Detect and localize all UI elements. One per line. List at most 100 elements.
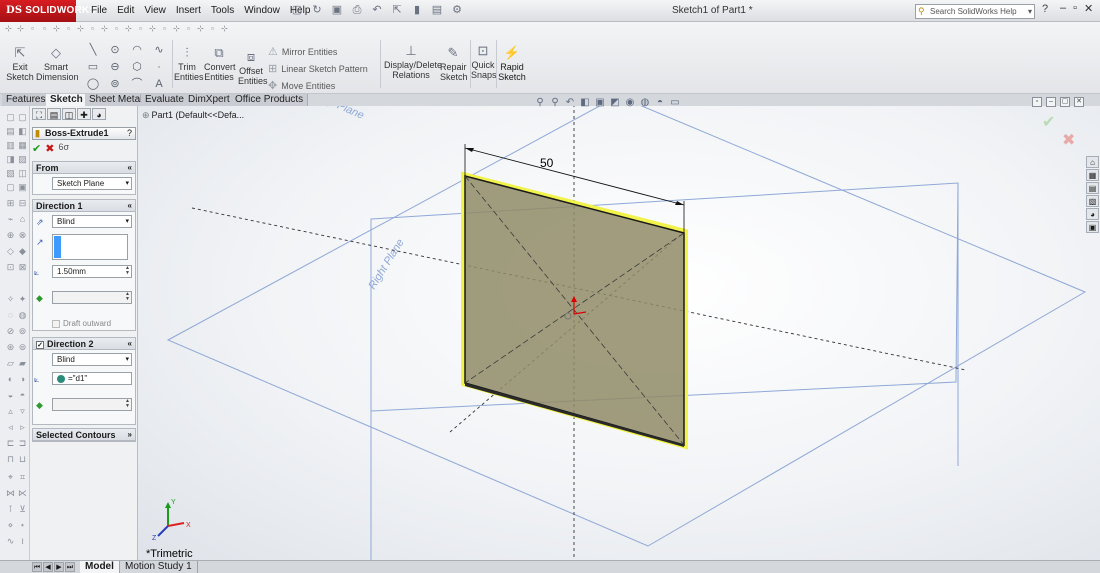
spinner-icon[interactable]: ▲ ▼ [125, 292, 130, 302]
tool-icon[interactable]: ▥ [5, 140, 16, 150]
spline-icon[interactable]: ∿ [148, 42, 170, 59]
filter-icon[interactable]: ⊹ [16, 24, 25, 33]
draft-icon[interactable]: ◆ [36, 293, 43, 304]
rapid-sketch-button[interactable]: ⚡ Rapid Sketch [498, 46, 526, 83]
mirror-entities-button[interactable]: ⚠ Mirror Entities [268, 45, 337, 58]
exit-sketch-button[interactable]: ⇱ Exit Sketch [6, 46, 34, 83]
centerline-icon[interactable]: ◯ [82, 76, 104, 93]
tab-dimxpert[interactable]: DimXpert [184, 94, 235, 106]
tool-icon[interactable]: ⊛ [5, 342, 16, 352]
property-manager-tab-icon[interactable]: ▤ [47, 108, 61, 120]
selected-contours-header[interactable]: Selected Contours » [33, 429, 135, 441]
tool-icon[interactable]: ⊓ [5, 454, 16, 464]
tool-icon[interactable]: ✧ [5, 294, 16, 304]
draft-icon[interactable]: ◆ [36, 400, 43, 411]
filter-icon[interactable]: ▫ [88, 24, 97, 33]
tool-icon[interactable]: ▱ [5, 358, 16, 368]
filter-icon[interactable]: ⊹ [196, 24, 205, 33]
dimension-value[interactable]: 50 [540, 156, 554, 170]
hide-show-items-icon[interactable]: ◉ [624, 97, 636, 108]
tool-icon[interactable]: ◐ [5, 374, 16, 384]
dimxpert-manager-tab-icon[interactable]: ✚ [77, 108, 91, 120]
tab-office-products[interactable]: Office Products [231, 94, 309, 106]
tool-icon[interactable]: ⊔ [17, 454, 28, 464]
tool-icon[interactable]: ◒ [5, 390, 16, 400]
viewport-tile-icon[interactable]: ▫ [1032, 97, 1042, 107]
direction2-end-condition-select[interactable]: Blind ▾ [52, 353, 132, 366]
previous-tab-icon[interactable]: ◀ [43, 562, 53, 572]
trim-entities-button[interactable]: ⫶ Trim Entities [174, 46, 204, 83]
feature-help-icon[interactable]: ? [127, 128, 132, 139]
tab-sheet-metal[interactable]: Sheet Metal [85, 94, 148, 106]
tool-icon[interactable]: ⊜ [17, 342, 28, 352]
tool-icon[interactable]: ⋉ [17, 488, 28, 498]
previous-view-icon[interactable]: ↶ [564, 97, 576, 108]
zoom-to-fit-icon[interactable]: ⚲ [534, 97, 546, 108]
menu-insert[interactable]: Insert [171, 0, 206, 22]
direction2-group-header[interactable]: ✓ Direction 2 « [33, 338, 135, 350]
repair-sketch-button[interactable]: ✎ Repair Sketch [440, 46, 468, 83]
spinner-icon[interactable]: ▲ ▼ [125, 266, 130, 276]
filter-icon[interactable]: ⊹ [4, 24, 13, 33]
draft-outward-checkbox[interactable]: Draft outward [52, 319, 111, 328]
tab-sketch[interactable]: Sketch [46, 94, 88, 106]
section-view-icon[interactable]: ◧ [579, 97, 591, 108]
filter-icon[interactable]: ▫ [40, 24, 49, 33]
tool-icon[interactable]: ▢ [17, 112, 28, 122]
spinner-icon[interactable]: ▲ ▼ [125, 399, 130, 409]
text-icon[interactable]: A [148, 76, 170, 93]
filter-icon[interactable]: ▫ [64, 24, 73, 33]
confirm-corner-ok-icon[interactable]: ✔ [1042, 112, 1055, 132]
print-icon[interactable]: ⎙ [350, 3, 364, 17]
arc-icon[interactable]: ◠ [126, 42, 148, 59]
filter-icon[interactable]: ▫ [112, 24, 121, 33]
first-tab-icon[interactable]: ⏮ [32, 562, 42, 572]
filter-icon[interactable]: ▫ [184, 24, 193, 33]
help-icon[interactable]: ? [1042, 3, 1048, 15]
tool-icon[interactable]: ▦ [17, 140, 28, 150]
minimize-icon[interactable]: – [1060, 2, 1066, 15]
file-properties-icon[interactable]: ▤ [430, 3, 444, 17]
menu-view[interactable]: View [139, 0, 171, 22]
menu-file[interactable]: File [86, 0, 112, 22]
tool-icon[interactable]: ∿ [5, 536, 16, 546]
select-icon[interactable]: ⇱ [390, 3, 404, 17]
custom-properties-icon[interactable]: ▣ [1086, 221, 1099, 233]
tool-icon[interactable]: ▿ [17, 406, 28, 416]
open-document-icon[interactable]: ↻ [310, 3, 324, 17]
tool-icon[interactable]: ⌗ [17, 472, 28, 482]
tab-model[interactable]: Model [80, 561, 120, 573]
tool-icon[interactable]: ▢ [5, 182, 16, 192]
direction1-selection-box[interactable] [52, 234, 128, 260]
convert-entities-button[interactable]: ⧉ Convert Entities [204, 46, 236, 83]
menu-window[interactable]: Window [239, 0, 285, 22]
save-icon[interactable]: ▣ [330, 3, 344, 17]
last-tab-icon[interactable]: ⏭ [65, 562, 75, 572]
direction1-depth-field[interactable]: 1.50mm ▲ ▼ [52, 265, 132, 278]
filter-icon[interactable]: ▫ [160, 24, 169, 33]
filter-icon[interactable]: ⊹ [172, 24, 181, 33]
filter-icon[interactable]: ⊹ [124, 24, 133, 33]
ok-check-icon[interactable]: ✔ [32, 142, 41, 155]
tool-icon[interactable]: ⊚ [17, 326, 28, 336]
tool-icon[interactable]: ◌ [5, 310, 16, 320]
tool-icon[interactable]: ⋄ [5, 520, 16, 530]
file-explorer-icon[interactable]: ▤ [1086, 182, 1099, 194]
undo-icon[interactable]: ↶ [370, 3, 384, 17]
point-icon[interactable]: ∙ [148, 59, 170, 76]
direction2-draft-field[interactable]: ▲ ▼ [52, 398, 132, 411]
tool-icon[interactable]: ⊐ [17, 438, 28, 448]
quick-snaps-button[interactable]: ⊡ Quick Snaps [471, 44, 497, 81]
tool-icon[interactable]: ▵ [5, 406, 16, 416]
design-library-icon[interactable]: ▦ [1086, 169, 1099, 181]
from-select[interactable]: Sketch Plane ▾ [52, 177, 132, 190]
options-icon[interactable]: ⚙ [450, 3, 464, 17]
collapse-chevron-icon[interactable]: « [128, 162, 132, 174]
tool-icon[interactable]: ▤ [5, 126, 16, 136]
next-tab-icon[interactable]: ▶ [54, 562, 64, 572]
filter-icon[interactable]: ▫ [208, 24, 217, 33]
from-group-header[interactable]: From « [33, 162, 135, 174]
graphics-area[interactable]: p Plane Right Plane 50 X Y Z ⊕ Part1 (De… [138, 106, 1100, 560]
tool-icon[interactable]: ◍ [17, 310, 28, 320]
tool-icon[interactable]: ⊺ [5, 504, 16, 514]
